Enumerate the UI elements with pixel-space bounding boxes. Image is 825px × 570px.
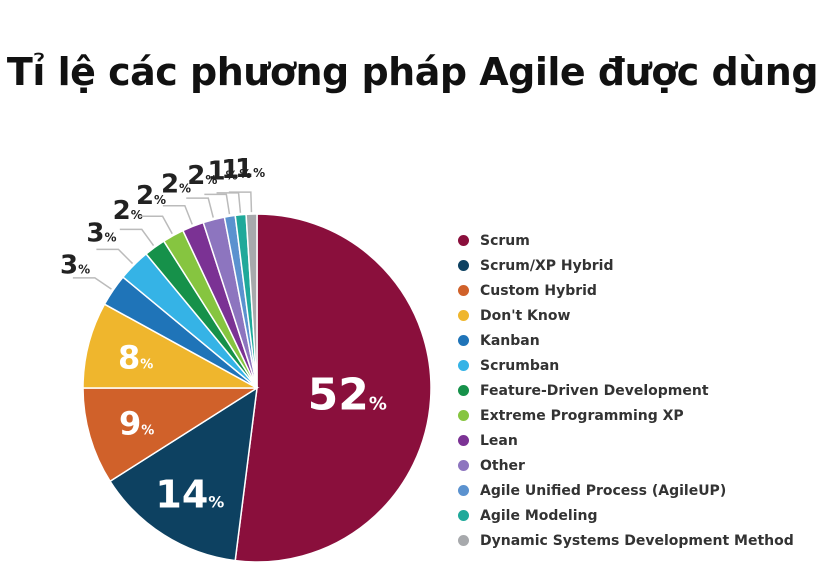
legend-swatch bbox=[458, 410, 469, 421]
legend-item-scrum-xp-hybrid: Scrum/XP Hybrid bbox=[458, 253, 794, 278]
legend-item-feature-driven-development: Feature-Driven Development bbox=[458, 378, 794, 403]
legend-label: Custom Hybrid bbox=[480, 282, 597, 299]
legend-item-kanban: Kanban bbox=[458, 328, 794, 353]
legend-item-don-t-know: Don't Know bbox=[458, 303, 794, 328]
legend-item-other: Other bbox=[458, 453, 794, 478]
leader-line-agile-unified-process-agileup bbox=[204, 193, 231, 215]
legend-swatch bbox=[458, 485, 469, 496]
leader-line-other bbox=[186, 197, 214, 218]
legend-label: Other bbox=[480, 457, 525, 474]
legend-label: Lean bbox=[480, 432, 518, 449]
legend-item-agile-modeling: Agile Modeling bbox=[458, 503, 794, 528]
legend-swatch bbox=[458, 285, 469, 296]
legend-label: Scrumban bbox=[480, 357, 560, 374]
legend-swatch bbox=[458, 460, 469, 471]
legend-label: Agile Modeling bbox=[480, 507, 598, 524]
leader-line-kanban bbox=[72, 277, 112, 290]
legend-swatch bbox=[458, 385, 469, 396]
legend-item-custom-hybrid: Custom Hybrid bbox=[458, 278, 794, 303]
leader-line-feature-driven-development bbox=[119, 228, 155, 247]
legend-swatch bbox=[458, 310, 469, 321]
leader-line-scrumban bbox=[96, 248, 134, 265]
legend-item-lean: Lean bbox=[458, 428, 794, 453]
legend-label: Scrum/XP Hybrid bbox=[480, 257, 614, 274]
legend-item-dynamic-systems-development-method: Dynamic Systems Development Method bbox=[458, 528, 794, 553]
legend-label: Don't Know bbox=[480, 307, 571, 324]
legend-label: Feature-Driven Development bbox=[480, 382, 709, 399]
legend-swatch bbox=[458, 260, 469, 271]
legend-swatch bbox=[458, 510, 469, 521]
legend-label: Dynamic Systems Development Method bbox=[480, 532, 794, 549]
legend-swatch bbox=[458, 335, 469, 346]
legend-swatch bbox=[458, 435, 469, 446]
legend-swatch bbox=[458, 360, 469, 371]
legend-label: Agile Unified Process (AgileUP) bbox=[480, 482, 727, 499]
slice-label-kanban: 3% bbox=[60, 250, 90, 280]
legend-item-scrumban: Scrumban bbox=[458, 353, 794, 378]
legend-swatch bbox=[458, 535, 469, 546]
legend-label: Extreme Programming XP bbox=[480, 407, 684, 424]
leader-line-extreme-programming-xp bbox=[140, 215, 173, 235]
chart-legend: Scrum Scrum/XP Hybrid Custom Hybrid Don't K… bbox=[458, 228, 794, 553]
legend-swatch bbox=[458, 235, 469, 246]
slice-label-dynamic-systems-development-method: 1% bbox=[235, 154, 265, 184]
leader-line-lean bbox=[162, 205, 193, 225]
legend-label: Scrum bbox=[480, 232, 530, 249]
legend-item-scrum: Scrum bbox=[458, 228, 794, 253]
legend-label: Kanban bbox=[480, 332, 540, 349]
legend-item-extreme-programming-xp: Extreme Programming XP bbox=[458, 403, 794, 428]
legend-item-agile-unified-process-agileup: Agile Unified Process (AgileUP) bbox=[458, 478, 794, 503]
